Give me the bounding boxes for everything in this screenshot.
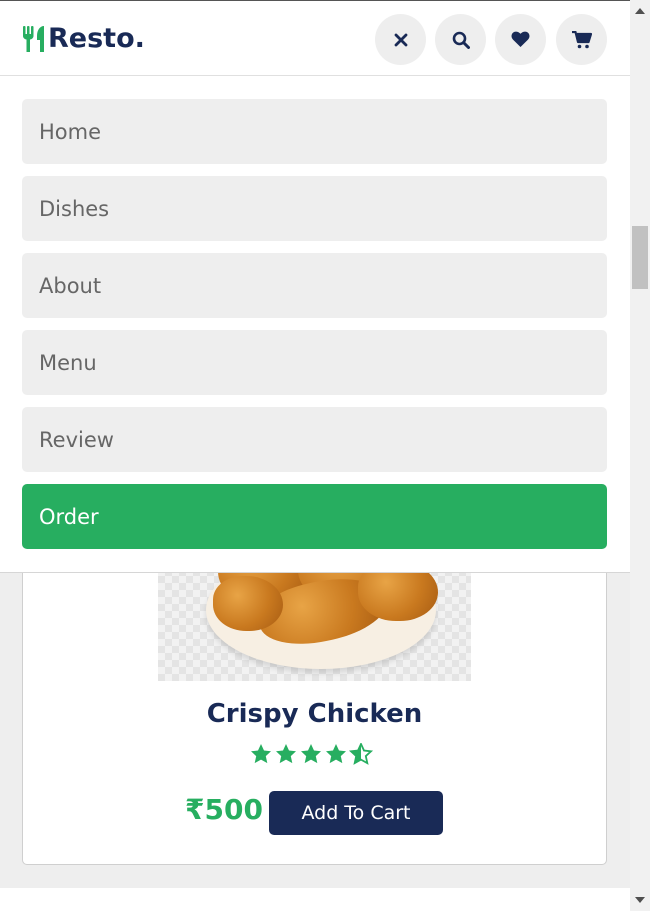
- menu-item-menu[interactable]: Menu: [22, 330, 607, 395]
- rating-stars: [23, 741, 606, 773]
- close-icon: [394, 33, 407, 46]
- utensils-icon: [23, 25, 44, 52]
- scroll-up-arrow-icon[interactable]: [635, 8, 645, 14]
- menu-item-about[interactable]: About: [22, 253, 607, 318]
- favorites-button[interactable]: [495, 14, 546, 65]
- nav-menu: Home Dishes About Menu Review Order: [0, 76, 630, 573]
- next-section: [0, 888, 630, 911]
- menu-item-review[interactable]: Review: [22, 407, 607, 472]
- star-rating-icon: [250, 741, 373, 765]
- heart-icon: [511, 31, 530, 47]
- cart-icon: [571, 30, 592, 48]
- dish-title: Crispy Chicken: [206, 699, 423, 729]
- header: Resto.: [0, 0, 630, 76]
- search-button[interactable]: [435, 14, 486, 65]
- menu-item-dishes[interactable]: Dishes: [22, 176, 607, 241]
- menu-item-home[interactable]: Home: [22, 99, 607, 164]
- logo[interactable]: Resto.: [22, 23, 145, 54]
- logo-text: Resto.: [48, 23, 145, 54]
- chicken-piece: [213, 576, 283, 631]
- scroll-thumb[interactable]: [632, 226, 648, 289]
- add-to-cart-button[interactable]: Add To Cart: [269, 791, 443, 835]
- cart-button[interactable]: [556, 14, 607, 65]
- menu-item-order[interactable]: Order: [22, 484, 607, 549]
- dish-card: Crispy Chicken ₹500 Add To Cart: [22, 540, 607, 865]
- scrollbar[interactable]: [630, 0, 650, 911]
- dish-price: ₹500: [185, 793, 263, 826]
- scroll-down-arrow-icon[interactable]: [635, 897, 645, 903]
- search-icon: [452, 31, 470, 49]
- close-button[interactable]: [375, 14, 426, 65]
